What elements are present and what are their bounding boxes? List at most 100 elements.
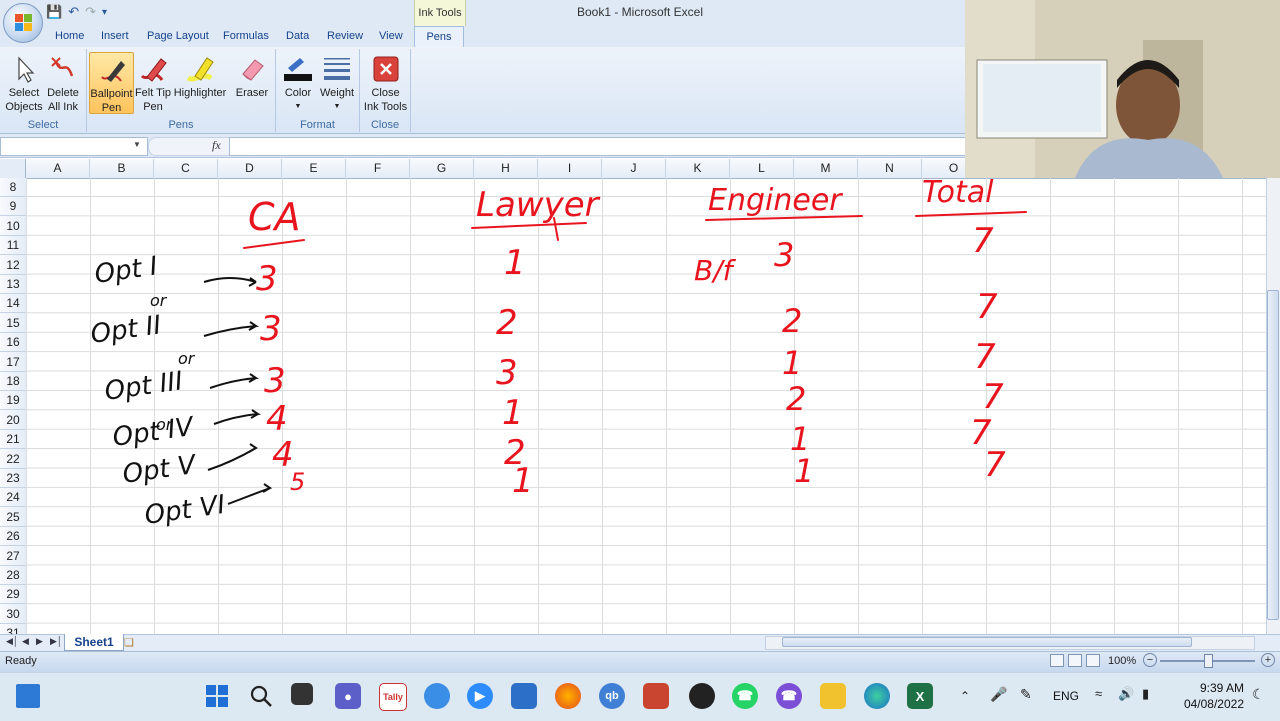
row-header-20[interactable]: 20 [0, 411, 26, 430]
edge-icon[interactable] [864, 683, 890, 709]
row-header-13[interactable]: 13 [0, 275, 26, 294]
row-header-15[interactable]: 15 [0, 314, 26, 333]
color-button[interactable]: Color ▼ [280, 52, 316, 114]
file-explorer-icon[interactable] [820, 683, 846, 709]
show-hidden-icons-icon[interactable]: ⌃ [960, 689, 970, 703]
close-ink-tools-button[interactable]: Close Ink Tools [362, 52, 409, 114]
whatsapp-icon[interactable]: ☎ [732, 683, 758, 709]
first-sheet-icon[interactable]: ◀│ [6, 636, 19, 647]
row-header-26[interactable]: 26 [0, 527, 26, 547]
teams-chat-icon[interactable]: ● [335, 683, 361, 709]
column-header-A[interactable]: A [26, 159, 90, 178]
column-header-G[interactable]: G [410, 159, 474, 178]
globe-app-icon[interactable] [424, 683, 450, 709]
horizontal-scroll-thumb[interactable] [782, 637, 1192, 647]
felt-tip-pen-button[interactable]: Felt Tip Pen [134, 52, 172, 114]
customize-qat-icon[interactable]: ▾ [102, 7, 107, 18]
microphone-icon[interactable]: 🎤 [990, 686, 1007, 703]
tally-icon[interactable]: Tally [379, 683, 407, 711]
wifi-icon[interactable]: ≈ [1095, 686, 1102, 701]
row-header-23[interactable]: 23 [0, 469, 26, 488]
page-layout-view-icon[interactable] [1068, 654, 1082, 667]
column-header-E[interactable]: E [282, 159, 346, 178]
prev-sheet-icon[interactable]: ◀ [22, 636, 29, 647]
row-header-27[interactable]: 27 [0, 547, 26, 566]
row-header-22[interactable]: 22 [0, 450, 26, 469]
row-header-21[interactable]: 21 [0, 430, 26, 450]
row-header-18[interactable]: 18 [0, 372, 26, 391]
column-header-I[interactable]: I [538, 159, 602, 178]
input-language[interactable]: ENG [1053, 689, 1079, 703]
zoom-level[interactable]: 100% [1108, 655, 1136, 667]
insert-sheet-icon[interactable]: ❏ [124, 636, 134, 649]
obs-icon[interactable] [689, 683, 715, 709]
column-header-L[interactable]: L [730, 159, 794, 178]
widgets-icon[interactable] [16, 684, 40, 708]
column-header-J[interactable]: J [602, 159, 666, 178]
column-header-M[interactable]: M [794, 159, 858, 178]
ballpoint-pen-button[interactable]: Ballpoint Pen [89, 52, 134, 114]
app-icon[interactable] [643, 683, 669, 709]
clock-date[interactable]: 04/08/2022 [1170, 697, 1244, 711]
row-header-30[interactable]: 30 [0, 605, 26, 624]
vertical-scroll-thumb[interactable] [1267, 290, 1279, 620]
column-header-K[interactable]: K [666, 159, 730, 178]
tab-pens[interactable]: Pens [414, 26, 464, 47]
pen-menu-icon[interactable]: ✎ [1020, 686, 1032, 703]
delete-all-ink-button[interactable]: Delete All Ink [44, 52, 82, 114]
tab-view[interactable]: View [379, 30, 403, 42]
row-header-17[interactable]: 17 [0, 353, 26, 372]
save-icon[interactable]: 💾 [46, 4, 62, 20]
row-header-31[interactable]: 31 [0, 624, 26, 634]
start-icon[interactable] [204, 683, 230, 709]
normal-view-icon[interactable] [1050, 654, 1064, 667]
select-objects-button[interactable]: Select Objects [4, 52, 44, 114]
firefox-icon[interactable] [555, 683, 581, 709]
row-header-11[interactable]: 11 [0, 236, 26, 256]
zoom-in-icon[interactable]: + [1261, 653, 1275, 667]
row-header-28[interactable]: 28 [0, 566, 26, 585]
name-box-dropdown-icon[interactable]: ▼ [133, 140, 141, 149]
snipping-tool-icon[interactable] [511, 683, 537, 709]
tab-page-layout[interactable]: Page Layout [147, 30, 209, 42]
last-sheet-icon[interactable]: ▶│ [50, 636, 63, 647]
column-header-B[interactable]: B [90, 159, 154, 178]
column-header-H[interactable]: H [474, 159, 538, 178]
zoom-out-icon[interactable]: − [1143, 653, 1157, 667]
tab-data[interactable]: Data [286, 30, 309, 42]
column-header-N[interactable]: N [858, 159, 922, 178]
eraser-button[interactable]: Eraser [233, 52, 271, 100]
notification-icon[interactable]: ☾ [1252, 686, 1265, 703]
weight-button[interactable]: Weight ▼ [318, 52, 356, 114]
task-view-icon[interactable] [291, 683, 313, 705]
page-break-view-icon[interactable] [1086, 654, 1100, 667]
next-sheet-icon[interactable]: ▶ [36, 636, 43, 647]
volume-icon[interactable]: 🔊 [1118, 686, 1134, 702]
row-header-29[interactable]: 29 [0, 585, 26, 605]
zoom-app-icon[interactable]: ▶ [467, 683, 493, 709]
row-header-12[interactable]: 12 [0, 256, 26, 275]
tab-home[interactable]: Home [55, 30, 84, 42]
quickbooks-icon[interactable]: qb [599, 683, 625, 709]
search-icon[interactable] [248, 683, 274, 709]
column-header-D[interactable]: D [218, 159, 282, 178]
row-header-24[interactable]: 24 [0, 488, 26, 508]
column-header-F[interactable]: F [346, 159, 410, 178]
redo-icon[interactable]: ↷ [85, 4, 96, 20]
insert-function-icon[interactable]: fx [212, 138, 221, 153]
select-all-corner[interactable] [0, 159, 26, 178]
name-box[interactable] [0, 137, 148, 156]
column-header-C[interactable]: C [154, 159, 218, 178]
tab-review[interactable]: Review [327, 30, 363, 42]
row-header-25[interactable]: 25 [0, 508, 26, 527]
zoom-slider-handle[interactable] [1204, 654, 1213, 668]
row-header-14[interactable]: 14 [0, 294, 26, 314]
highlighter-button[interactable]: Highlighter [172, 52, 228, 100]
row-header-9[interactable]: 9 [0, 197, 26, 217]
row-header-19[interactable]: 19 [0, 391, 26, 411]
sheet-tab-sheet1[interactable]: Sheet1 [64, 634, 124, 651]
office-button[interactable] [3, 3, 43, 43]
excel-icon[interactable]: X [907, 683, 933, 709]
undo-icon[interactable]: ↶ [68, 4, 79, 20]
row-header-16[interactable]: 16 [0, 333, 26, 353]
